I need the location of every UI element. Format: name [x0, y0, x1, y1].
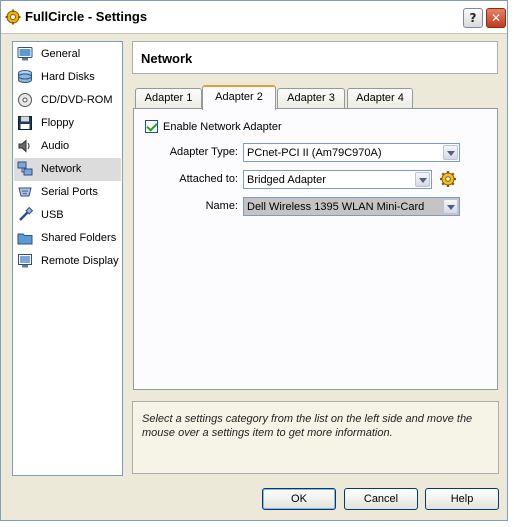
- window-title: FullCircle - Settings: [25, 9, 148, 24]
- folder-icon: [17, 233, 33, 245]
- serial-port-icon: [18, 187, 32, 197]
- tab-adapter-2[interactable]: Adapter 2: [202, 85, 276, 110]
- sidebar-item-label: Serial Ports: [41, 186, 98, 198]
- monitor-icon: [17, 47, 33, 61]
- chevron-down-icon: [447, 151, 455, 156]
- title-bar[interactable]: FullCircle - Settings ? ✕: [1, 1, 507, 34]
- info-text: Select a settings category from the list…: [142, 413, 473, 439]
- configure-gear-icon[interactable]: [439, 170, 457, 188]
- adapter-type-label: Adapter Type:: [169, 146, 238, 158]
- chevron-down-icon: [419, 178, 427, 183]
- sidebar-item-label: Audio: [41, 140, 70, 152]
- tab-adapter-1[interactable]: Adapter 1: [135, 88, 202, 109]
- chevron-down-icon: [447, 205, 455, 210]
- attached-to-label: Attached to:: [179, 173, 238, 185]
- speaker-icon: [18, 139, 30, 153]
- sidebar-item-remote-display[interactable]: Remote Display: [14, 250, 121, 273]
- gear-app-icon: [5, 9, 21, 25]
- tab-adapter-3[interactable]: Adapter 3: [277, 88, 345, 109]
- sidebar-item-label: USB: [41, 209, 64, 221]
- adapter-type-value: PCnet-PCI II (Am79C970A): [247, 147, 382, 159]
- hard-disk-icon: [18, 70, 32, 83]
- network-icon: [17, 161, 33, 176]
- sidebar-item-serial-ports[interactable]: Serial Ports: [14, 181, 121, 204]
- cancel-button[interactable]: Cancel: [344, 488, 418, 510]
- check-mark-icon: [146, 120, 158, 132]
- info-panel: Select a settings category from the list…: [132, 401, 499, 474]
- floppy-icon: [18, 116, 32, 130]
- sidebar-item-label: Network: [41, 163, 82, 175]
- ok-button[interactable]: OK: [262, 488, 336, 510]
- interface-name-value: Dell Wireless 1395 WLAN Mini-Card: [247, 201, 425, 213]
- help-button[interactable]: Help: [425, 488, 499, 510]
- sidebar-item-label: Hard Disks: [41, 71, 95, 83]
- settings-window: FullCircle - Settings ? ✕ General Hard D…: [0, 0, 508, 521]
- title-help-button[interactable]: ?: [463, 8, 483, 28]
- sidebar-item-label: General: [41, 48, 81, 60]
- sidebar-item-hard-disks[interactable]: Hard Disks: [14, 66, 121, 89]
- cd-icon: [18, 93, 32, 107]
- sidebar-item-general[interactable]: General: [14, 43, 121, 66]
- sidebar-item-label: Remote Display: [41, 255, 119, 267]
- attached-to-value: Bridged Adapter: [247, 174, 326, 186]
- name-label: Name:: [205, 200, 238, 212]
- attached-to-select[interactable]: Bridged Adapter: [243, 170, 432, 189]
- adapter-type-select[interactable]: PCnet-PCI II (Am79C970A): [243, 143, 460, 162]
- enable-adapter-label[interactable]: Enable Network Adapter: [163, 121, 282, 133]
- sidebar-item-label: Floppy: [41, 117, 75, 129]
- sidebar-item-network[interactable]: Network: [14, 158, 121, 181]
- enable-adapter-checkbox[interactable]: [145, 120, 158, 133]
- dropdown-button[interactable]: [443, 199, 458, 214]
- dropdown-button[interactable]: [415, 172, 430, 187]
- sidebar-item-usb[interactable]: USB: [14, 204, 121, 227]
- sidebar-item-label: CD/DVD-ROM: [41, 94, 113, 106]
- tab-adapter-4[interactable]: Adapter 4: [347, 88, 413, 109]
- page-title: Network: [141, 51, 193, 66]
- sidebar-item-floppy[interactable]: Floppy: [14, 112, 121, 135]
- sidebar-item-cd-dvd-rom[interactable]: CD/DVD-ROM: [14, 89, 121, 112]
- sidebar-item-shared-folders[interactable]: Shared Folders: [14, 227, 121, 250]
- remote-display-icon: [18, 254, 32, 268]
- category-list[interactable]: General Hard Disks CD/DVD-ROM Floppy Aud…: [12, 41, 123, 476]
- dropdown-button[interactable]: [443, 145, 458, 160]
- page-header: Network: [132, 41, 498, 74]
- usb-icon: [19, 207, 33, 221]
- close-button[interactable]: ✕: [486, 8, 506, 28]
- sidebar-item-label: Shared Folders: [41, 232, 117, 244]
- sidebar-item-audio[interactable]: Audio: [14, 135, 121, 158]
- interface-name-select[interactable]: Dell Wireless 1395 WLAN Mini-Card: [243, 197, 460, 216]
